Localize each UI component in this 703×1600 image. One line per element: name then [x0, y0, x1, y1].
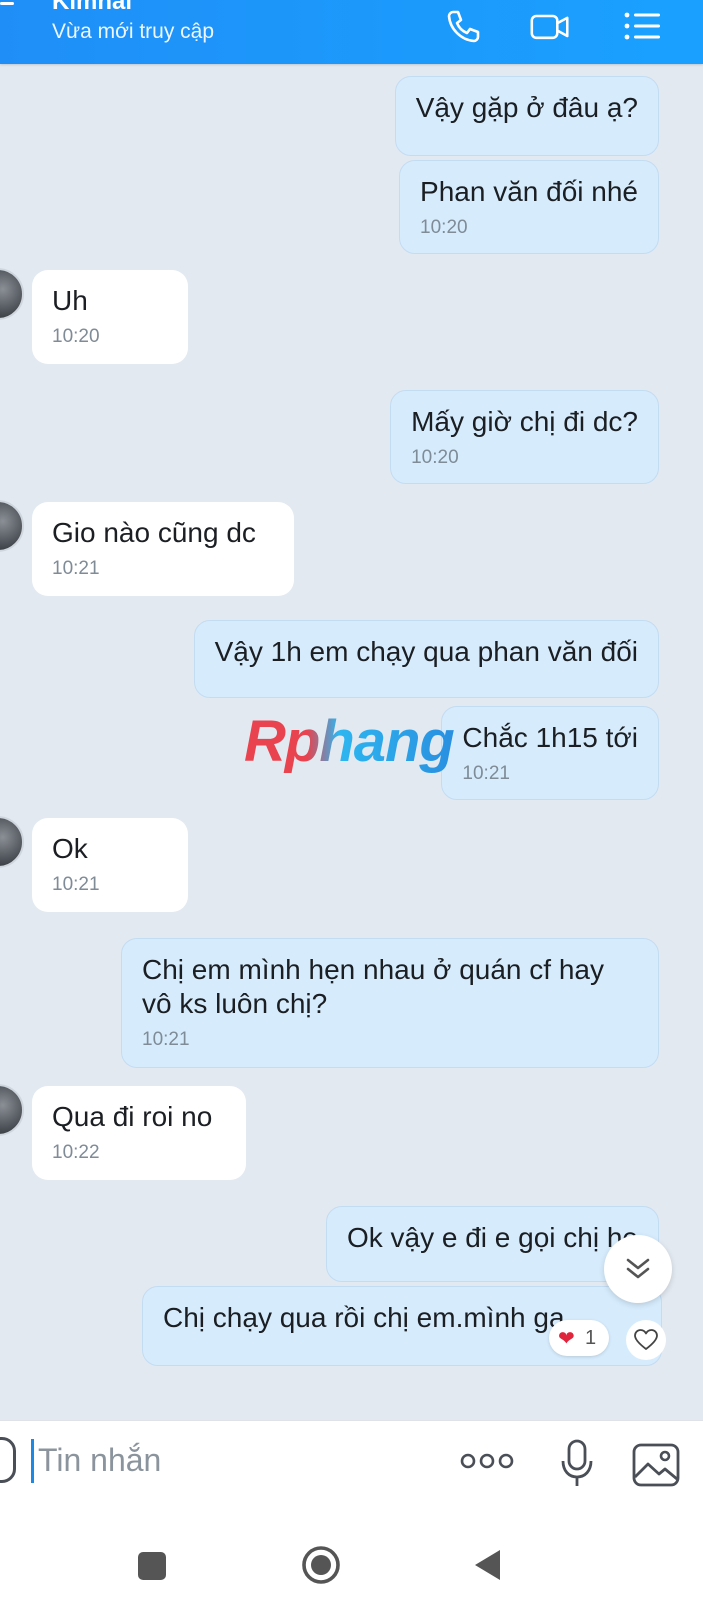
message-bubble-incoming[interactable]: Gio nào cũng dc 10:21 [32, 502, 294, 596]
back-icon[interactable] [0, 2, 14, 5]
chevron-double-down-icon [626, 1258, 650, 1279]
composer-bar [0, 1420, 703, 1525]
message-bubble-outgoing[interactable]: Chị em mình hẹn nhau ở quán cf hay vô ks… [121, 938, 659, 1068]
message-text: Ok [52, 833, 88, 864]
heart-icon: ❤ [558, 1328, 575, 1350]
contact-name[interactable]: Kimhai [52, 0, 132, 16]
phone-icon[interactable] [443, 6, 483, 46]
contact-avatar[interactable] [0, 816, 24, 868]
message-time: 10:21 [52, 558, 100, 579]
contact-avatar[interactable] [0, 500, 24, 552]
message-text: Chị em mình hẹn nhau ở quán cf hay vô ks… [142, 954, 604, 1019]
nav-recent-icon[interactable] [138, 1552, 166, 1580]
message-text: Phan văn đối nhé [420, 176, 638, 207]
message-text: Vậy gặp ở đâu ạ? [415, 92, 638, 123]
microphone-icon[interactable] [560, 1439, 594, 1489]
message-time: 10:21 [142, 1029, 190, 1050]
contact-avatar[interactable] [0, 268, 24, 320]
contact-status: Vừa mới truy cập [52, 20, 215, 43]
react-button[interactable] [626, 1320, 666, 1360]
nav-home-icon[interactable] [300, 1544, 342, 1586]
message-bubble-outgoing[interactable]: Phan văn đối nhé 10:20 [399, 160, 659, 254]
reaction-badge[interactable]: ❤ 1 [549, 1320, 609, 1356]
system-navigation-bar [0, 1524, 703, 1600]
more-dots-icon[interactable] [460, 1451, 514, 1471]
message-text: Mấy giờ chị đi dc? [411, 406, 638, 437]
message-time: 10:21 [462, 763, 510, 784]
emoji-icon[interactable] [0, 1437, 16, 1483]
contact-avatar[interactable] [0, 1084, 24, 1136]
message-bubble-outgoing[interactable]: Mấy giờ chị đi dc? 10:20 [390, 390, 659, 484]
message-text: Ok vậy e đi e gọi chị he [346, 1222, 638, 1253]
message-text: Gio nào cũng dc [52, 517, 256, 548]
image-icon[interactable] [632, 1443, 680, 1487]
menu-list-icon[interactable] [622, 6, 662, 46]
message-text: Chắc 1h15 tới [462, 722, 638, 753]
message-time: 10:22 [52, 1142, 100, 1163]
message-input[interactable] [38, 1435, 418, 1485]
message-text: Qua đi roi no [52, 1101, 213, 1132]
heart-outline-icon [634, 1329, 658, 1350]
message-time: 10:20 [52, 326, 100, 347]
message-text: Chị chạy qua rồi chị em.mình ga [163, 1302, 565, 1333]
video-call-icon[interactable] [530, 6, 570, 46]
scroll-to-bottom-button[interactable] [604, 1235, 672, 1303]
text-cursor [31, 1439, 34, 1483]
message-time: 10:20 [420, 217, 468, 238]
message-text: Vậy 1h em chạy qua phan văn đối [214, 636, 638, 667]
reaction-count: 1 [585, 1327, 597, 1349]
message-bubble-incoming[interactable]: Uh 10:20 [32, 270, 188, 364]
chat-header: Kimhai Vừa mới truy cập [0, 0, 703, 64]
message-text: Uh [52, 285, 88, 316]
message-bubble-outgoing[interactable]: Chắc 1h15 tới 10:21 [441, 706, 659, 800]
message-bubble-incoming[interactable]: Ok 10:21 [32, 818, 188, 912]
watermark-logo: Rphang [244, 709, 455, 774]
message-bubble-incoming[interactable]: Qua đi roi no 10:22 [32, 1086, 246, 1180]
message-bubble-outgoing[interactable]: Vậy 1h em chạy qua phan văn đối [193, 620, 659, 698]
message-bubble-outgoing[interactable]: Vậy gặp ở đâu ạ? [394, 76, 659, 156]
message-time: 10:20 [411, 447, 459, 468]
nav-back-icon[interactable] [472, 1548, 502, 1582]
message-time: 10:21 [52, 874, 100, 895]
